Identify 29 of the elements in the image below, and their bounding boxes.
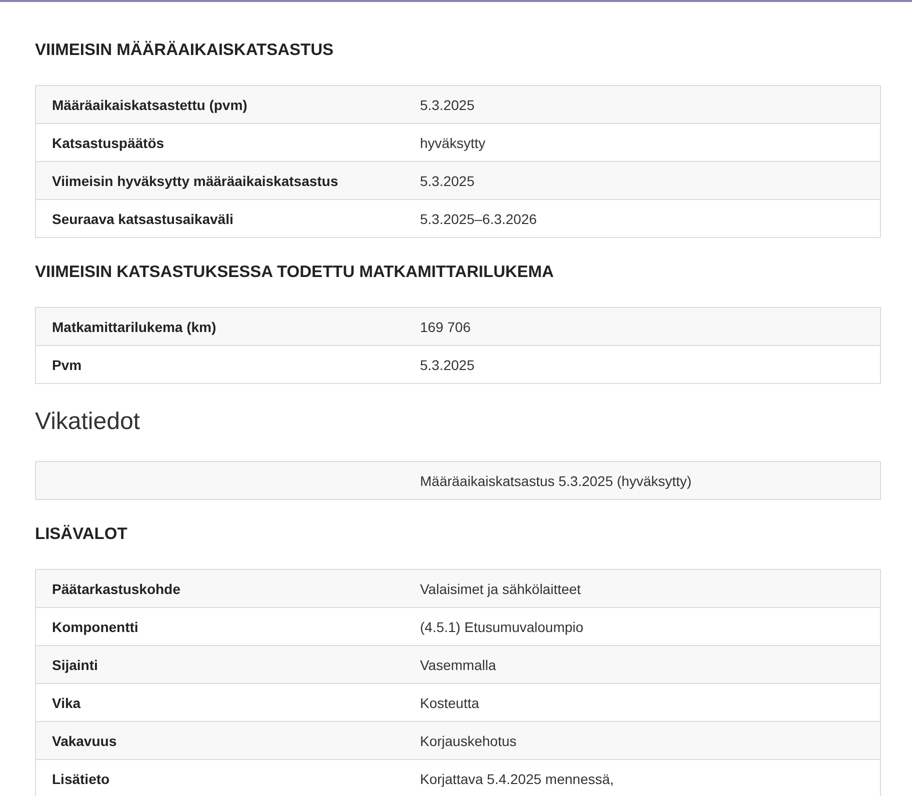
row-value: Kosteutta bbox=[420, 694, 480, 710]
row-value: (4.5.1) Etusumuvaloumpio bbox=[420, 618, 584, 634]
row-value: Vasemmalla bbox=[420, 656, 496, 672]
row-value: 5.3.2025 bbox=[420, 356, 474, 372]
row-label: Päätarkastuskohde bbox=[52, 580, 180, 596]
row-label: Vika bbox=[52, 694, 81, 710]
row-value: Korjattava 5.4.2025 mennessä, bbox=[420, 770, 614, 786]
row-label: Komponentti bbox=[52, 618, 138, 634]
row-value: hyväksytty bbox=[420, 134, 486, 150]
row-label: Seuraava katsastusaikaväli bbox=[52, 210, 234, 226]
row-value: 169 706 bbox=[420, 318, 471, 334]
row-value: 5.3.2025 bbox=[420, 172, 474, 188]
section-heading: VIIMEISIN KATSASTUKSESSA TODETTU MATKAMITTARILUKEMA bbox=[35, 262, 555, 282]
row-label: Katsastuspäätös bbox=[52, 134, 164, 150]
row-label: Määräaikaiskatsastettu (pvm) bbox=[52, 96, 248, 112]
row-label: Matkamittarilukema (km) bbox=[52, 318, 216, 334]
row-value: 5.3.2025 bbox=[420, 96, 474, 112]
section-title: Vikatiedot bbox=[35, 407, 141, 437]
row-value: 5.3.2025–6.3.2026 bbox=[420, 210, 537, 226]
row-label: Viimeisin hyväksytty määräaikaiskatsastus bbox=[52, 172, 338, 188]
row-label: Vakavuus bbox=[52, 732, 117, 748]
row-value: Määräaikaiskatsastus 5.3.2025 (hyväksytty) bbox=[420, 472, 692, 488]
row-value: Korjauskehotus bbox=[420, 732, 517, 748]
row-value: Valaisimet ja sähkölaitteet bbox=[420, 580, 581, 596]
row-label: Sijainti bbox=[52, 656, 98, 672]
section-heading: LISÄVALOT bbox=[35, 524, 128, 544]
row-label: Lisätieto bbox=[52, 770, 110, 786]
section-heading: VIIMEISIN MÄÄRÄAIKAISKATSASTUS bbox=[35, 40, 335, 60]
row-label: Pvm bbox=[52, 356, 82, 372]
